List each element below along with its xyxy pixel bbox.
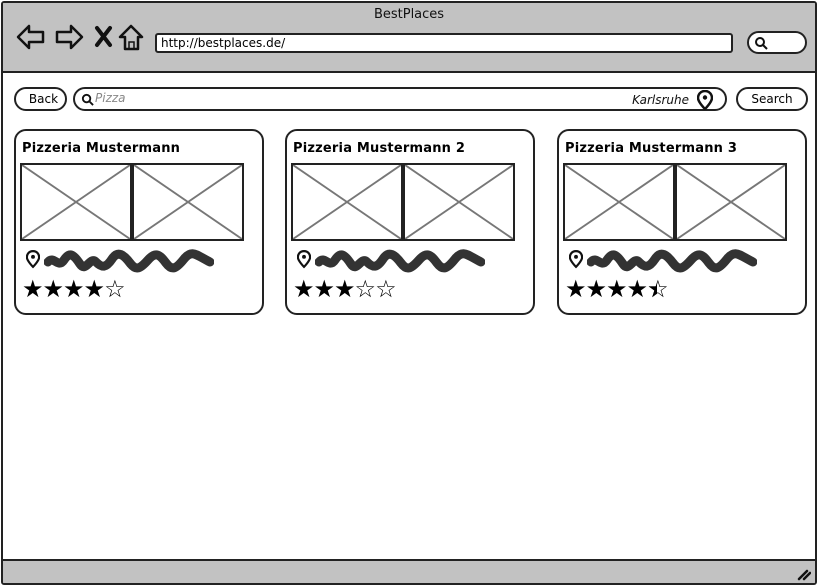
star-icon: ★ xyxy=(585,275,607,303)
search-query-input[interactable]: Pizza xyxy=(95,91,126,105)
window-title: BestPlaces xyxy=(373,7,445,22)
home-icon[interactable] xyxy=(117,23,149,51)
result-title[interactable]: Pizzeria Mustermann xyxy=(22,141,180,156)
star-icon: ★☆ xyxy=(647,275,668,303)
star-icon: ★ xyxy=(83,275,105,303)
star-icon: ★ xyxy=(22,275,43,303)
image-placeholder-icon xyxy=(563,163,675,241)
result-card[interactable]: Pizzeria Mustermann 2 ★★★☆☆ xyxy=(285,129,535,315)
image-placeholder-icon xyxy=(132,163,244,241)
address-scribble xyxy=(43,249,215,273)
star-icon: ☆ xyxy=(104,275,125,303)
browser-window: BestPlaces http://bestplaces.de/ Back Pi… xyxy=(1,1,817,585)
map-pin-icon xyxy=(296,249,312,273)
star-rating: ★★★☆☆ xyxy=(293,275,397,303)
status-bar xyxy=(3,559,815,583)
search-field[interactable]: Pizza Karlsruhe xyxy=(73,87,727,111)
star-icon: ☆ xyxy=(354,275,376,303)
star-icon: ★ xyxy=(626,275,648,303)
result-title[interactable]: Pizzeria Mustermann 3 xyxy=(565,141,737,156)
address-scribble xyxy=(314,249,486,273)
star-icon: ★ xyxy=(63,275,84,303)
arrow-right-icon[interactable] xyxy=(53,23,85,51)
result-card[interactable]: Pizzeria Mustermann 3★★★★★☆ xyxy=(557,129,807,315)
address-search-field[interactable] xyxy=(747,31,807,54)
search-icon xyxy=(81,93,94,106)
star-rating: ★★★★★☆ xyxy=(565,275,669,303)
map-pin-icon xyxy=(25,249,41,273)
star-icon: ★ xyxy=(313,275,335,303)
result-title[interactable]: Pizzeria Mustermann 2 xyxy=(293,141,465,156)
star-icon: ★ xyxy=(42,275,64,303)
map-pin-icon xyxy=(568,249,584,273)
arrow-left-icon[interactable] xyxy=(15,23,47,51)
star-icon: ★ xyxy=(293,275,314,303)
star-rating: ★★★★☆ xyxy=(22,275,126,303)
address-bar[interactable]: http://bestplaces.de/ xyxy=(155,33,733,53)
image-placeholder-icon xyxy=(291,163,403,241)
map-pin-icon[interactable] xyxy=(697,90,713,110)
star-icon: ★ xyxy=(606,275,627,303)
star-icon: ★ xyxy=(334,275,355,303)
back-button[interactable]: Back xyxy=(14,87,67,111)
title-bar: BestPlaces http://bestplaces.de/ xyxy=(3,3,815,73)
image-placeholder-icon xyxy=(20,163,132,241)
image-placeholder-icon xyxy=(403,163,515,241)
address-scribble xyxy=(586,249,758,273)
location-label: Karlsruhe xyxy=(632,93,689,107)
result-card[interactable]: Pizzeria Mustermann ★★★★☆ xyxy=(14,129,264,315)
resize-grip-icon[interactable] xyxy=(795,565,811,581)
star-icon: ★ xyxy=(565,275,586,303)
search-button[interactable]: Search xyxy=(736,87,808,111)
image-placeholder-icon xyxy=(675,163,787,241)
star-icon: ☆ xyxy=(375,275,396,303)
search-icon xyxy=(755,37,768,50)
